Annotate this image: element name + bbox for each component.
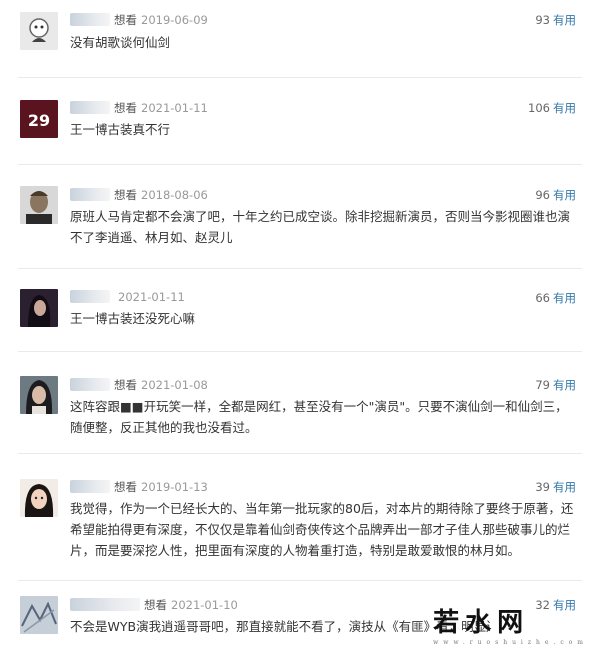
vote-count: 106	[528, 101, 550, 115]
comment-meta: 想看 2021-01-08	[70, 377, 208, 393]
watermark-url: www.ruoshuizhe.com	[433, 639, 588, 646]
comment-text: 我觉得，作为一个已经长大的、当年第一批玩家的80后，对本片的期待除了要终于原著，…	[70, 501, 574, 558]
useful-button[interactable]: 有用	[553, 188, 576, 202]
comment-status: 想看	[114, 378, 137, 392]
vote-count: 39	[535, 480, 550, 494]
divider	[18, 77, 582, 78]
avatar[interactable]	[20, 479, 58, 517]
divider	[18, 164, 582, 165]
divider	[18, 580, 582, 581]
comment-meta: 想看 2019-06-09	[70, 12, 208, 28]
divider	[18, 268, 582, 269]
comment-text: 王一博古装还没死心嘛	[70, 311, 196, 326]
avatar[interactable]: 29	[20, 100, 58, 138]
divider	[18, 351, 582, 352]
useful-votes[interactable]: 106 有用	[528, 100, 576, 116]
comment-text: 不会是WYB演我逍遥哥哥吧，那直接就能不看了，演技从《有匪》看，明显还不行啊	[70, 619, 490, 634]
comment-date: 2018-08-06	[141, 188, 208, 202]
comment-date: 2021-01-08	[141, 378, 208, 392]
comment-meta: 想看 2021-01-11	[70, 100, 208, 116]
useful-votes[interactable]: 66 有用	[535, 290, 576, 306]
svg-text:29: 29	[28, 111, 50, 130]
comment-meta: 想看 2018-08-06	[70, 187, 208, 203]
comment-text: 这阵容跟■■开玩笑一样，全都是网红，甚至没有一个"演员"。只要不演仙剑一和仙剑三…	[70, 399, 568, 435]
comment-text: 王一博古装真不行	[70, 122, 171, 137]
avatar[interactable]	[20, 289, 58, 327]
comment-status: 想看	[114, 188, 137, 202]
username-blurred[interactable]	[70, 101, 110, 114]
useful-button[interactable]: 有用	[553, 378, 576, 392]
comment-status: 想看	[114, 480, 137, 494]
useful-button[interactable]: 有用	[553, 480, 576, 494]
useful-button[interactable]: 有用	[553, 13, 576, 27]
username-blurred[interactable]	[70, 13, 110, 26]
comment-status: 想看	[114, 13, 137, 27]
divider	[18, 453, 582, 454]
vote-count: 93	[535, 13, 550, 27]
useful-votes[interactable]: 96 有用	[535, 187, 576, 203]
comment-text: 原班人马肯定都不会演了吧，十年之约已成空谈。除非挖掘新演员，否则当今影视圈谁也演…	[70, 209, 571, 245]
comment-meta: 想看 2021-01-10	[70, 597, 238, 613]
comment-meta: 想看 2019-01-13	[70, 479, 208, 495]
useful-button[interactable]: 有用	[553, 291, 576, 305]
comment-date: 2021-01-11	[141, 101, 208, 115]
username-blurred[interactable]	[70, 378, 110, 391]
username-blurred[interactable]	[70, 290, 110, 303]
comment-date: 2019-06-09	[141, 13, 208, 27]
useful-votes[interactable]: 79 有用	[535, 377, 576, 393]
vote-count: 66	[535, 291, 550, 305]
username-blurred[interactable]	[70, 480, 110, 493]
comment-date: 2021-01-10	[171, 598, 238, 612]
comment-status: 想看	[144, 598, 167, 612]
useful-votes[interactable]: 93 有用	[535, 12, 576, 28]
site-watermark: 若水网 www.ruoshuizhe.com	[433, 602, 588, 646]
avatar[interactable]	[20, 376, 58, 414]
comment-date: 2021-01-11	[118, 290, 185, 304]
comment-date: 2019-01-13	[141, 480, 208, 494]
username-blurred[interactable]	[70, 188, 110, 201]
useful-button[interactable]: 有用	[553, 101, 576, 115]
avatar[interactable]	[20, 596, 58, 634]
comment-text: 没有胡歌谈何仙剑	[70, 35, 171, 50]
watermark-text: 若水网	[433, 608, 530, 638]
vote-count: 79	[535, 378, 550, 392]
useful-votes[interactable]: 39 有用	[535, 479, 576, 495]
avatar[interactable]	[20, 12, 58, 50]
avatar[interactable]	[20, 186, 58, 224]
username-blurred[interactable]	[70, 598, 140, 611]
comment-status: 想看	[114, 101, 137, 115]
vote-count: 96	[535, 188, 550, 202]
comment-meta: 2021-01-11	[70, 290, 185, 304]
